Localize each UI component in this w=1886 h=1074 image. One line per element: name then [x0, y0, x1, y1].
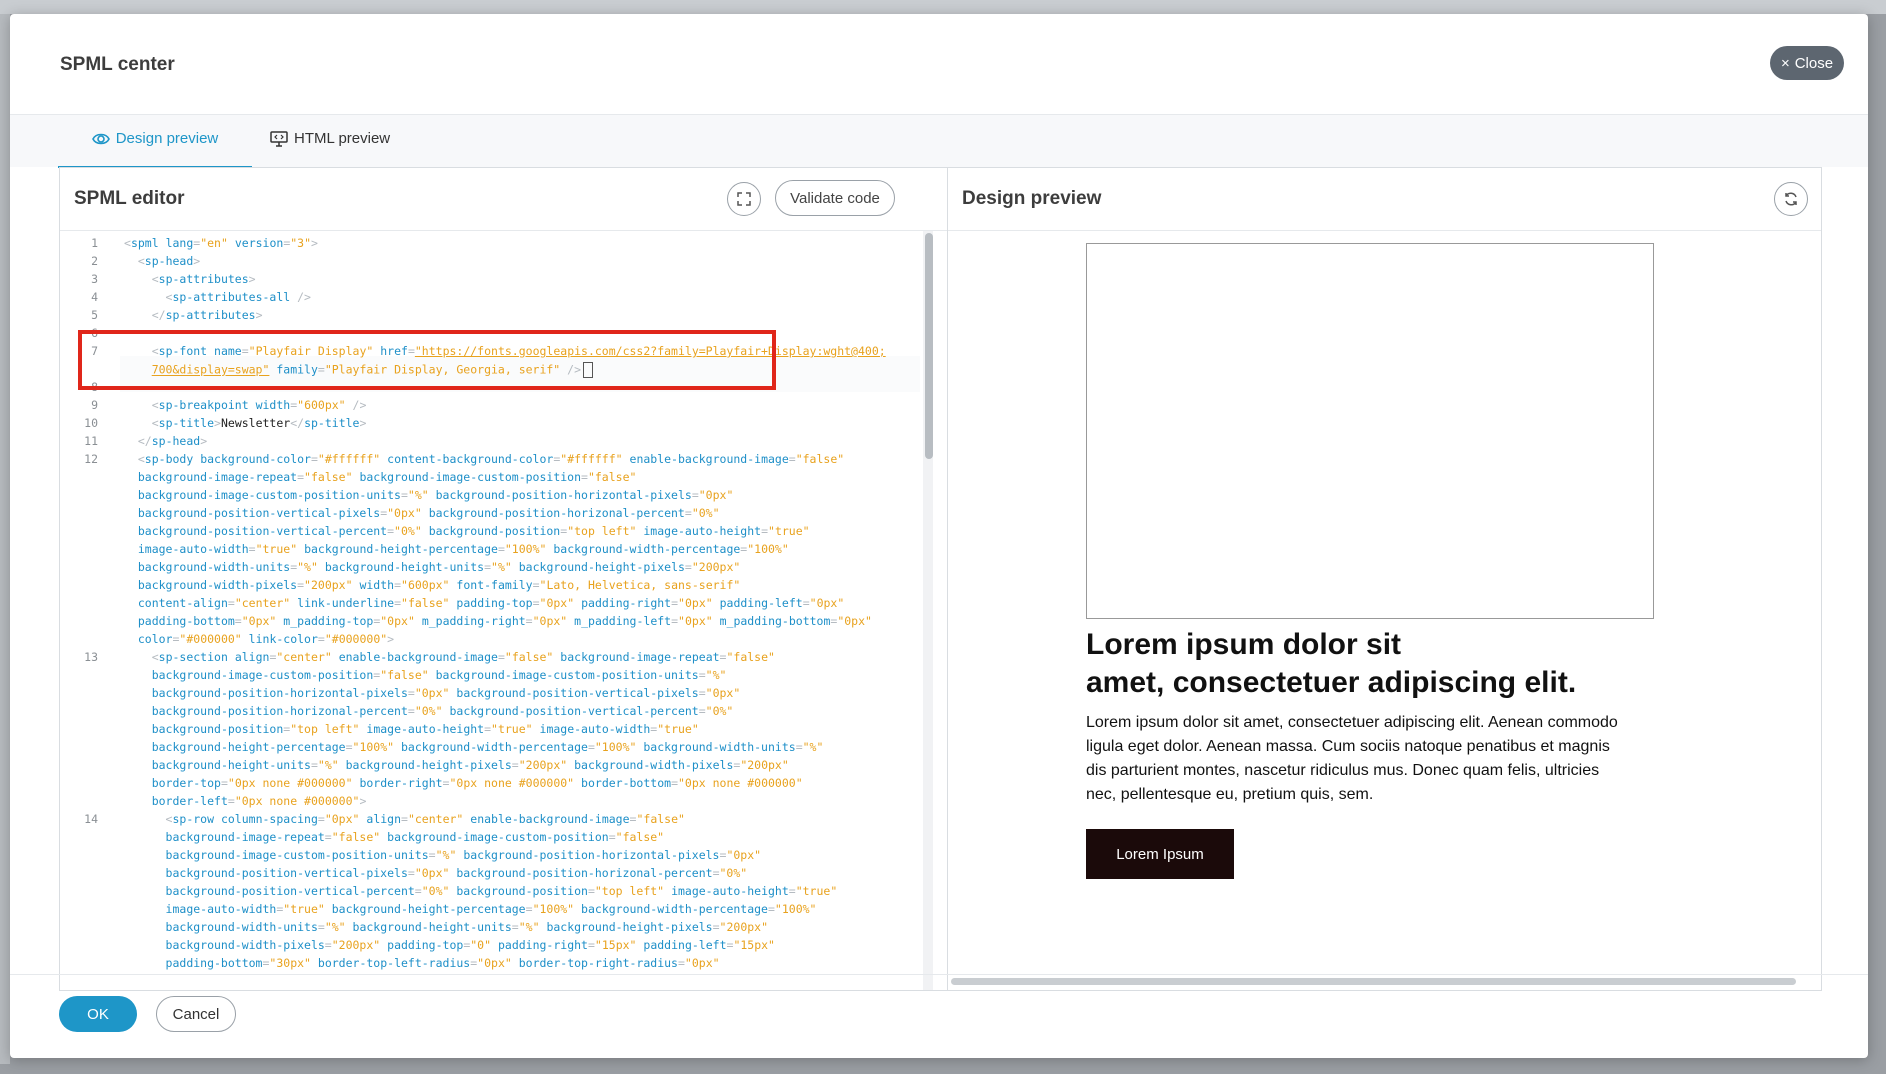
spml-editor-panel: SPML editor Validate code 1 <spml lang="e…	[60, 168, 948, 990]
close-icon: ×	[1780, 54, 1790, 72]
editor-header: SPML editor Validate code	[60, 168, 947, 231]
headline-line-2: amet, consectetuer adipiscing elit.	[1086, 666, 1577, 699]
panels-container: SPML editor Validate code 1 <spml lang="e…	[59, 167, 1822, 991]
preview-horizontal-scrollbar[interactable]	[951, 978, 1796, 985]
expand-icon	[737, 192, 751, 206]
background-app-sidebar	[0, 14, 10, 1064]
preview-header: Design preview	[948, 168, 1821, 231]
editor-title: SPML editor	[74, 188, 185, 209]
headline-line-1: Lorem ipsum dolor sit	[1086, 628, 1402, 661]
image-placeholder	[1086, 243, 1654, 619]
validate-code-button[interactable]: Validate code	[775, 180, 895, 216]
close-button-label: Close	[1794, 54, 1834, 72]
preview-headline: Lorem ipsum dolor sit amet, consectetuer…	[1086, 626, 1686, 702]
background-app-toolbar	[0, 0, 1886, 14]
ok-button[interactable]: OK	[59, 996, 137, 1032]
eye-icon	[91, 133, 110, 145]
refresh-icon	[1785, 192, 1797, 206]
scrollbar-thumb[interactable]	[925, 233, 933, 459]
cancel-button[interactable]: Cancel	[156, 996, 236, 1032]
code-editor[interactable]: 1 <spml lang="en" version="3"> 2 <sp-head…	[60, 231, 933, 990]
design-preview-panel: Design preview Lorem ipsum dolor sit ame…	[948, 168, 1821, 990]
preview-canvas: Lorem ipsum dolor sit amet, consectetuer…	[948, 231, 1821, 990]
refresh-button[interactable]	[1774, 182, 1808, 216]
expand-button[interactable]	[727, 182, 761, 216]
tab-html-preview[interactable]: HTML preview	[270, 130, 390, 166]
preview-cta-button[interactable]: Lorem Ipsum	[1086, 829, 1234, 879]
preview-body-text: Lorem ipsum dolor sit amet, consectetuer…	[1086, 714, 1618, 803]
monitor-code-icon	[270, 131, 288, 147]
modal-title: SPML center	[60, 54, 175, 75]
tab-design-preview[interactable]: Design preview	[58, 130, 252, 168]
preview-title: Design preview	[962, 188, 1102, 209]
spml-center-modal: SPML center × Close Design preview HTML …	[10, 14, 1868, 1058]
close-button[interactable]: × Close	[1770, 46, 1844, 80]
footer-divider	[10, 974, 1868, 975]
tab-design-preview-label: Design preview	[115, 130, 219, 147]
tab-html-preview-label: HTML preview	[294, 130, 391, 147]
editor-vertical-scrollbar[interactable]	[923, 231, 933, 990]
